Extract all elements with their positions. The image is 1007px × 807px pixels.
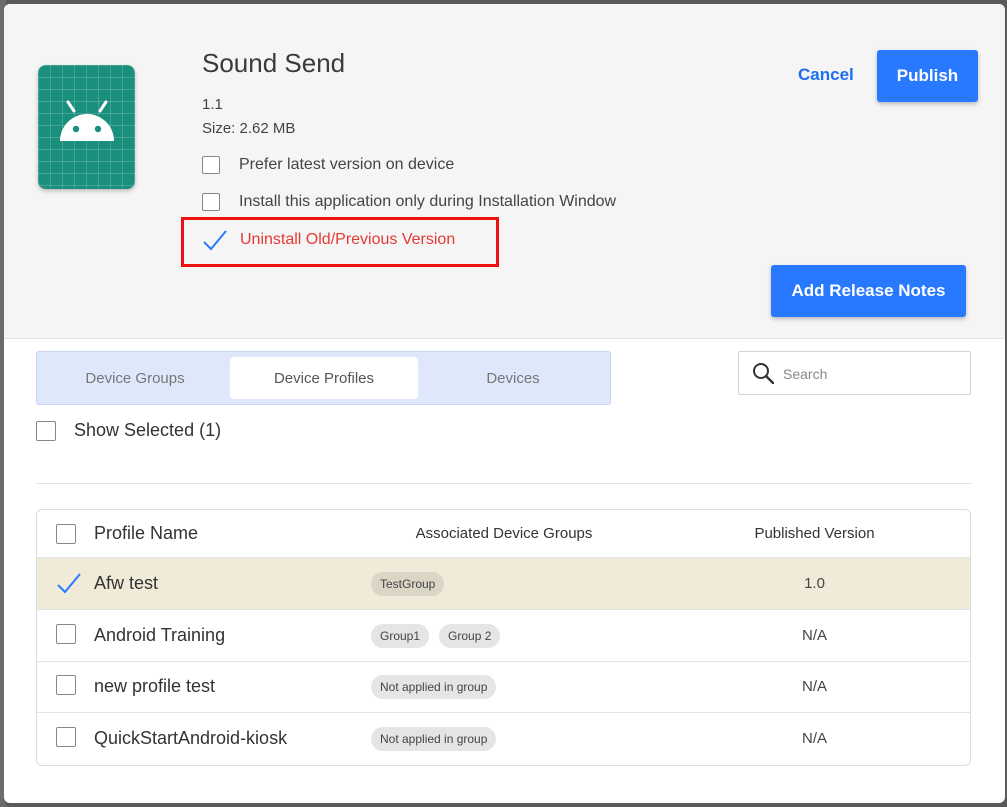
row-checkbox-cell bbox=[56, 624, 76, 649]
show-selected-label: Show Selected (1) bbox=[74, 420, 222, 440]
group-chip: Group 2 bbox=[439, 623, 501, 648]
column-associated-groups: Associated Device Groups bbox=[415, 525, 593, 542]
row-checkbox[interactable] bbox=[56, 572, 82, 599]
row-checkbox[interactable] bbox=[56, 727, 76, 747]
publish-button[interactable]: Publish bbox=[877, 50, 978, 102]
row-checkbox[interactable] bbox=[56, 675, 76, 695]
app-version: 1.1 bbox=[202, 96, 223, 113]
row-groups: Group1 Group 2 bbox=[371, 610, 501, 661]
table-row[interactable]: Android Training Group1 Group 2 N/A bbox=[37, 610, 970, 662]
select-all-checkbox[interactable] bbox=[56, 523, 76, 544]
app-size: Size: 2.62 MB bbox=[202, 120, 296, 137]
app-icon bbox=[38, 65, 135, 189]
row-profile-name: new profile test bbox=[94, 676, 216, 696]
tab-device-groups[interactable]: Device Groups bbox=[41, 357, 229, 399]
table-header: Profile Name Associated Device Groups Pu… bbox=[37, 510, 970, 558]
checkmark-icon bbox=[57, 573, 81, 594]
table-row[interactable]: new profile test Not applied in group N/… bbox=[37, 661, 970, 713]
tab-devices[interactable]: Devices bbox=[419, 357, 607, 399]
row-profile-name: Afw test bbox=[94, 573, 159, 593]
group-chip: Group1 bbox=[371, 623, 430, 648]
prefer-latest-checkbox[interactable] bbox=[202, 156, 220, 174]
column-profile-name[interactable]: Profile Name bbox=[94, 510, 198, 557]
profiles-table: Profile Name Associated Device Groups Pu… bbox=[36, 509, 971, 766]
select-all-cell bbox=[56, 510, 76, 557]
row-checkbox-cell bbox=[56, 675, 76, 700]
search-icon bbox=[753, 363, 774, 384]
install-window-checkbox[interactable] bbox=[202, 193, 220, 211]
row-checkbox-cell bbox=[56, 727, 76, 752]
dialog-header: Sound Send 1.1 Size: 2.62 MB Prefer late… bbox=[4, 4, 1005, 339]
row-groups: Not applied in group bbox=[371, 713, 497, 764]
option-install-window[interactable]: Install this application only during Ins… bbox=[202, 191, 616, 213]
install-window-label: Install this application only during Ins… bbox=[239, 193, 617, 210]
row-profile-name: Android Training bbox=[94, 625, 226, 645]
row-version: 1.0 bbox=[804, 575, 825, 592]
cancel-button[interactable]: Cancel bbox=[798, 65, 854, 85]
option-prefer-latest[interactable]: Prefer latest version on device bbox=[202, 154, 454, 176]
group-chip: Not applied in group bbox=[371, 726, 497, 751]
table-row[interactable]: QuickStartAndroid-kiosk Not applied in g… bbox=[37, 713, 970, 764]
search-input[interactable] bbox=[781, 360, 965, 388]
tab-device-profiles[interactable]: Device Profiles bbox=[230, 357, 418, 399]
show-selected-toggle[interactable]: Show Selected (1) bbox=[36, 420, 221, 441]
table-row[interactable]: Afw test TestGroup 1.0 bbox=[37, 558, 970, 610]
prefer-latest-label: Prefer latest version on device bbox=[239, 156, 455, 173]
row-groups: Not applied in group bbox=[371, 661, 497, 712]
group-chip: Not applied in group bbox=[371, 674, 497, 699]
row-groups: TestGroup bbox=[371, 558, 445, 609]
row-version: N/A bbox=[801, 678, 827, 695]
divider bbox=[36, 483, 971, 484]
row-profile-name: QuickStartAndroid-kiosk bbox=[94, 728, 288, 748]
search-box bbox=[738, 351, 971, 395]
add-release-notes-button[interactable]: Add Release Notes bbox=[771, 265, 966, 317]
row-version: N/A bbox=[801, 627, 827, 644]
group-chip: TestGroup bbox=[371, 571, 445, 596]
row-checkbox[interactable] bbox=[56, 624, 76, 644]
app-title: Sound Send bbox=[202, 48, 346, 78]
row-version: N/A bbox=[801, 730, 827, 747]
android-robot-icon bbox=[60, 100, 114, 141]
show-selected-checkbox[interactable] bbox=[36, 420, 56, 441]
target-type-tabs: Device Groups Device Profiles Devices bbox=[36, 351, 611, 405]
publish-app-dialog: Sound Send 1.1 Size: 2.62 MB Prefer late… bbox=[4, 4, 1005, 803]
column-published-version: Published Version bbox=[754, 525, 875, 542]
highlight-annotation bbox=[181, 217, 499, 267]
